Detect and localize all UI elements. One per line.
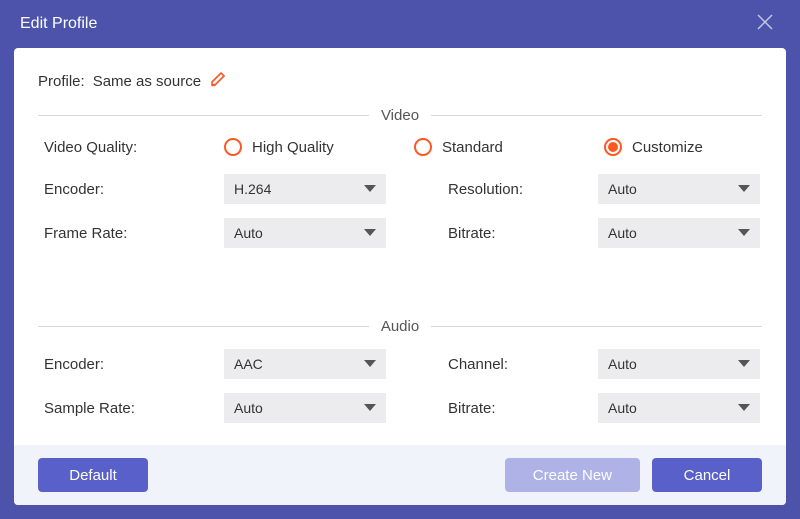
edit-profile-window: Edit Profile Profile: Same as source Vid… [0, 0, 800, 519]
chevron-down-icon [738, 399, 750, 417]
audio-section-title: Audio [381, 318, 419, 335]
chevron-down-icon [364, 180, 376, 198]
radio-high-quality[interactable]: High Quality [224, 138, 414, 156]
video-bitrate-label: Bitrate: [448, 225, 598, 242]
audio-encoder-select[interactable]: AAC [224, 349, 386, 379]
chevron-down-icon [738, 355, 750, 373]
audio-samplerate-select[interactable]: Auto [224, 393, 386, 423]
content-panel: Profile: Same as source Video Video Qual… [14, 48, 786, 505]
audio-bitrate-label: Bitrate: [448, 400, 598, 417]
chevron-down-icon [738, 224, 750, 242]
radio-icon [224, 138, 242, 156]
titlebar: Edit Profile [0, 0, 800, 48]
audio-section-divider: Audio [38, 318, 762, 335]
video-quality-label: Video Quality: [44, 139, 224, 156]
footer: Default Create New Cancel [14, 445, 786, 505]
cancel-button[interactable]: Cancel [652, 458, 762, 492]
radio-icon [604, 138, 622, 156]
default-button[interactable]: Default [38, 458, 148, 492]
video-resolution-label: Resolution: [448, 181, 598, 198]
audio-channel-label: Channel: [448, 356, 598, 373]
edit-profile-button[interactable] [209, 70, 227, 93]
profile-row: Profile: Same as source [38, 70, 762, 93]
create-new-button[interactable]: Create New [505, 458, 640, 492]
profile-value: Same as source [93, 73, 201, 90]
chevron-down-icon [364, 399, 376, 417]
profile-label: Profile: [38, 73, 85, 90]
audio-bitrate-select[interactable]: Auto [598, 393, 760, 423]
close-button[interactable] [750, 7, 780, 42]
audio-samplerate-label: Sample Rate: [44, 400, 224, 417]
audio-channel-select[interactable]: Auto [598, 349, 760, 379]
chevron-down-icon [364, 224, 376, 242]
video-framerate-label: Frame Rate: [44, 225, 224, 242]
pencil-icon [209, 70, 227, 88]
video-section-divider: Video [38, 107, 762, 124]
video-section-title: Video [381, 107, 419, 124]
chevron-down-icon [364, 355, 376, 373]
video-quality-radio-group: High Quality Standard Customize [224, 138, 762, 156]
radio-standard[interactable]: Standard [414, 138, 604, 156]
close-icon [756, 13, 774, 31]
radio-icon [414, 138, 432, 156]
video-bitrate-select[interactable]: Auto [598, 218, 760, 248]
video-framerate-select[interactable]: Auto [224, 218, 386, 248]
video-encoder-label: Encoder: [44, 181, 224, 198]
radio-customize[interactable]: Customize [604, 138, 703, 156]
audio-encoder-label: Encoder: [44, 356, 224, 373]
window-title: Edit Profile [20, 15, 97, 33]
video-encoder-select[interactable]: H.264 [224, 174, 386, 204]
chevron-down-icon [738, 180, 750, 198]
video-resolution-select[interactable]: Auto [598, 174, 760, 204]
